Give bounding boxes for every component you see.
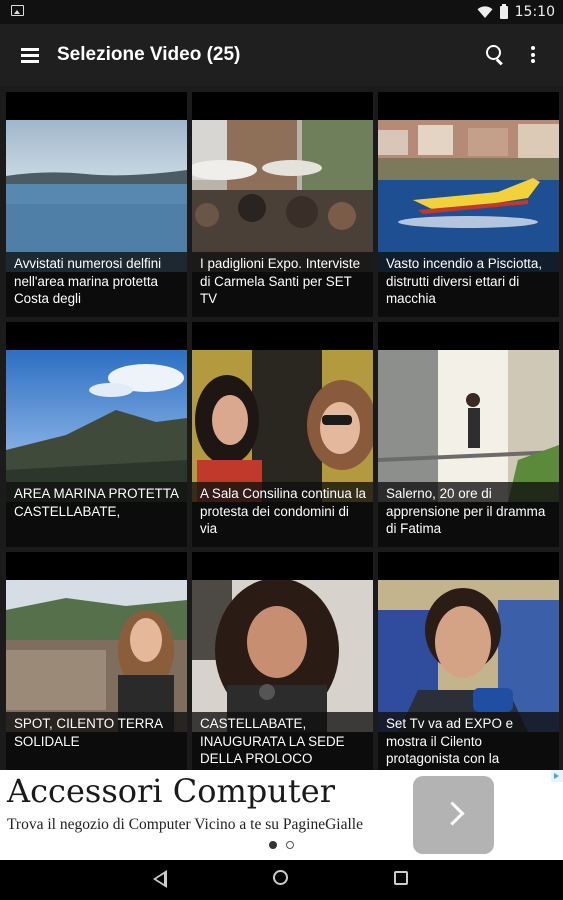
- carousel-dot-active[interactable]: [269, 841, 277, 849]
- video-thumbnail: [192, 120, 373, 272]
- search-icon[interactable]: [486, 45, 506, 66]
- page-title: Selezione Video (25): [57, 44, 241, 65]
- video-title: Avvistati numerosi delfini nell'area mar…: [6, 252, 187, 317]
- video-card[interactable]: Vasto incendio a Pisciotta, distrutti di…: [378, 92, 559, 317]
- image-notification-icon: [11, 5, 24, 16]
- video-thumbnail: [378, 350, 559, 502]
- back-icon[interactable]: [153, 870, 167, 888]
- system-nav-bar: [0, 860, 563, 900]
- video-card[interactable]: SPOT, CILENTO TERRA SOLIDALE: [6, 552, 187, 777]
- video-thumbnail: [192, 580, 373, 732]
- video-thumbnail: [6, 350, 187, 502]
- video-title: CASTELLABATE, INAUGURATA LA SEDE DELLA P…: [192, 712, 373, 777]
- adchoices-icon[interactable]: [551, 770, 563, 782]
- video-card[interactable]: Set Tv va ad EXPO e mostra il Cilento pr…: [378, 552, 559, 777]
- menu-icon[interactable]: [21, 48, 39, 63]
- video-title: A Sala Consilina continua la protesta de…: [192, 482, 373, 547]
- video-card[interactable]: Salerno, 20 ore di apprensione per il dr…: [378, 322, 559, 547]
- carousel-dot[interactable]: [286, 841, 294, 849]
- video-thumbnail: [6, 580, 187, 732]
- recent-apps-icon[interactable]: [394, 871, 408, 885]
- status-time: 15:10: [514, 4, 555, 20]
- video-title: Set Tv va ad EXPO e mostra il Cilento pr…: [378, 712, 559, 777]
- video-card[interactable]: Avvistati numerosi delfini nell'area mar…: [6, 92, 187, 317]
- video-thumbnail: [378, 580, 559, 732]
- video-card[interactable]: I padiglioni Expo. Interviste di Carmela…: [192, 92, 373, 317]
- more-options-icon[interactable]: [527, 46, 539, 64]
- video-card[interactable]: CASTELLABATE, INAUGURATA LA SEDE DELLA P…: [192, 552, 373, 777]
- battery-icon: [499, 3, 508, 19]
- video-card[interactable]: AREA MARINA PROTETTA CASTELLABATE,: [6, 322, 187, 547]
- video-title: Vasto incendio a Pisciotta, distrutti di…: [378, 252, 559, 317]
- app-toolbar: Selezione Video (25): [0, 24, 563, 86]
- video-title: SPOT, CILENTO TERRA SOLIDALE: [6, 712, 187, 777]
- ad-headline[interactable]: Accessori Computer: [7, 772, 335, 810]
- carousel-dots: [0, 841, 563, 849]
- ad-subline[interactable]: Trova il negozio di Computer Vicino a te…: [7, 816, 363, 834]
- status-bar: 15:10: [0, 0, 563, 24]
- status-bar-right: 15:10: [477, 0, 555, 24]
- video-title: I padiglioni Expo. Interviste di Carmela…: [192, 252, 373, 317]
- video-title: Salerno, 20 ore di apprensione per il dr…: [378, 482, 559, 547]
- video-title: AREA MARINA PROTETTA CASTELLABATE,: [6, 482, 187, 547]
- video-thumbnail: [192, 350, 373, 502]
- wifi-icon: [477, 5, 493, 18]
- video-card[interactable]: A Sala Consilina continua la protesta de…: [192, 322, 373, 547]
- video-thumbnail: [6, 120, 187, 272]
- home-icon[interactable]: [273, 870, 288, 885]
- video-thumbnail: [378, 120, 559, 272]
